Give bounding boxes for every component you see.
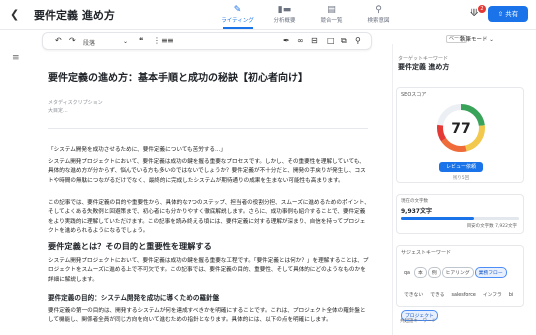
review-request-button[interactable]: レビュー依頼 xyxy=(439,162,483,172)
suggest-tag[interactable]: ヒアリング xyxy=(441,267,474,278)
chevron-left-icon[interactable]: ❮ xyxy=(10,8,19,21)
share-button[interactable]: ⇧ 共有 xyxy=(488,6,528,22)
suggest-tag[interactable]: 例 xyxy=(427,267,441,278)
word-count-progress-fill xyxy=(401,217,475,220)
heading-h2[interactable]: 要件定義とは？その目的と重要性を理解する xyxy=(48,240,212,252)
heading-h3[interactable]: 要件定義の目的：システム開発を成功に導くための羅針盤 xyxy=(48,292,219,302)
paragraph[interactable]: この記事では、要件定義の目的や重要性から、具体的な7つのステップ、担当者の役割分… xyxy=(48,199,370,236)
suggest-tag[interactable]: できない xyxy=(401,290,426,299)
document-icon: ▤ xyxy=(327,5,336,15)
tab-label: 分析概要 xyxy=(273,18,296,24)
tab-writing[interactable]: ✎ ライティング xyxy=(214,2,261,29)
pen-tool-icon[interactable]: ✒ xyxy=(283,36,290,45)
paragraph-select[interactable]: 段落 xyxy=(83,38,95,47)
tab-label: 検索意図 xyxy=(367,18,390,24)
word-count-value: 9,937文字 xyxy=(401,208,432,215)
review-label: レビュー依頼 xyxy=(445,164,476,170)
word-count-progress xyxy=(401,217,519,220)
mode-label: 執筆モード xyxy=(460,37,488,43)
suggest-tag[interactable]: salesforce xyxy=(449,292,479,299)
suggest-keyword-label: サジェストキーワード xyxy=(401,250,452,256)
suggest-tag[interactable]: bi xyxy=(506,292,516,299)
tab-analysis[interactable]: ▮▬ 分析概要 xyxy=(261,2,308,29)
comment-icon[interactable]: □ xyxy=(327,36,335,45)
meta-description-text[interactable]: 大目定... xyxy=(48,107,68,114)
word-count-card: 現在の文字数 9,937文字 目安の文字数 7,922文字 xyxy=(396,194,524,234)
suggest-tag[interactable]: 業務フロー xyxy=(474,267,507,278)
paragraph[interactable]: システム開発プロジェクトにおいて、要件定義は成功の鍵を握る重要なプロセスです。し… xyxy=(48,158,370,186)
search-icon: ⚲ xyxy=(375,5,382,15)
suggest-tag[interactable]: インフラ xyxy=(480,290,505,299)
bar-chart-icon: ▮▬ xyxy=(277,5,292,15)
notification-badge: 2 xyxy=(478,5,486,13)
redo-icon[interactable]: ↷ xyxy=(69,36,76,45)
tab-search-intent[interactable]: ⚲ 検索意図 xyxy=(355,2,402,29)
suggest-tag[interactable]: できる xyxy=(427,290,447,299)
bulleted-list-icon[interactable]: ⋮≡ xyxy=(153,36,168,45)
article-title[interactable]: 要件定義の進め方：基本手順と成功の秘訣【初心者向け】 xyxy=(48,69,368,84)
suggest-tag[interactable]: 本 xyxy=(414,267,427,278)
tab-competitors[interactable]: ▤ 競合一覧 xyxy=(308,2,355,29)
divider xyxy=(48,128,368,129)
suggest-tag-list: qa 本例ヒアリング 業務フローできない できる salesforce インフラ biプロジ… xyxy=(401,259,521,324)
share-label: 共有 xyxy=(505,10,519,18)
app: ❮ 要件定義 進め方 ✎ ライティング ▮▬ 分析概要 ▤ 競合一覧 ⚲ 検索意… xyxy=(0,0,536,335)
target-keyword-label: ターゲットキーワード xyxy=(398,56,449,62)
numbered-list-icon[interactable]: ≡ xyxy=(167,36,174,45)
tab-label: 競合一覧 xyxy=(320,18,343,24)
table-icon[interactable]: ⊟ xyxy=(311,36,318,45)
pen-icon: ✎ xyxy=(233,5,242,15)
remaining-count: 残り5回 xyxy=(452,176,470,181)
document-name: 要件定義 進め方 xyxy=(34,9,115,22)
paragraph[interactable]: システム開発プロジェクトにおいて、要件定義は成功の鍵を握る重要な工程です。「要件… xyxy=(48,257,370,285)
quote-icon[interactable]: ❝ xyxy=(139,36,143,45)
suggest-keyword-card: サジェストキーワード qa 本例ヒアリング 業務フローできない できる salesfor… xyxy=(396,245,524,321)
link-icon[interactable]: ∞ xyxy=(297,36,304,45)
top-bar: ❮ 要件定義 進め方 ✎ ライティング ▮▬ 分析概要 ▤ 競合一覧 ⚲ 検索意… xyxy=(0,0,536,30)
cooccur-keyword-label: 共起語キーワード xyxy=(400,319,436,324)
mode-select[interactable]: 執筆モード ⌄ xyxy=(460,35,494,43)
seo-score-label: SEOスコア xyxy=(401,92,427,98)
share-icon: ⇧ xyxy=(497,10,504,18)
paragraph[interactable]: 要件定義の第一の目的は、開発するシステムが何を達成すべきかを明確にすることです。… xyxy=(48,307,370,326)
copy-icon[interactable]: ⧉ xyxy=(341,36,347,46)
tab-bar: ✎ ライティング ▮▬ 分析概要 ▤ 競合一覧 ⚲ 検索意図 xyxy=(214,2,402,29)
chevron-down-icon[interactable]: ⌄ xyxy=(123,38,128,45)
seo-score-value: 77 xyxy=(451,121,471,137)
undo-icon[interactable]: ↶ xyxy=(55,36,62,45)
editor-toolbar: ↶ ↷ 段落 ⌄ ❝ ⋮≡ ≡ ✒ ∞ ⊟ □ ⧉ ⚲ xyxy=(42,32,372,50)
target-keyword-value: 要件定義 進め方 xyxy=(398,63,450,71)
search-icon[interactable]: ⚲ xyxy=(355,36,361,45)
word-count-label: 現在の文字数 xyxy=(401,199,428,204)
seo-score-card: SEOスコア 77 レビュー依頼 残り5回 xyxy=(396,87,524,183)
tab-label: ライティング xyxy=(221,18,254,24)
word-count-target: 目安の文字数 7,922文字 xyxy=(466,224,517,229)
suggest-tag[interactable]: qa xyxy=(401,270,413,277)
meta-description-label: メタディスクリプション xyxy=(48,100,103,106)
intro-quote[interactable]: 「システム開発を成功させるために、要件定義についても苦労する...」 xyxy=(48,146,370,155)
